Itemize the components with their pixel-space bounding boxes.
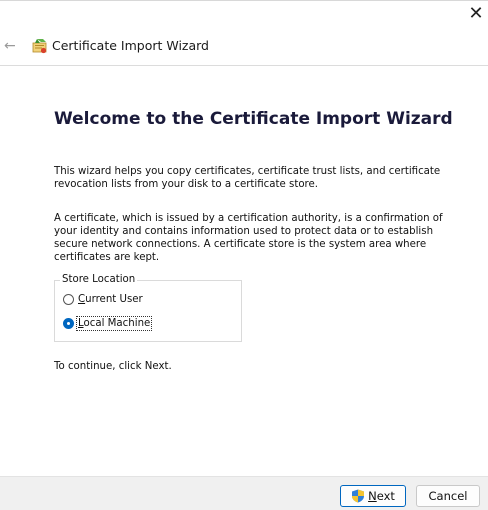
radio-circle-icon[interactable] [63, 294, 74, 305]
close-button[interactable]: ✕ [466, 4, 486, 24]
radio-selected-icon[interactable] [63, 318, 74, 329]
continue-instruction: To continue, click Next. [54, 361, 172, 372]
window-title: Certificate Import Wizard [52, 38, 209, 53]
back-arrow-icon[interactable]: ← [4, 38, 20, 54]
next-button-label: Next [368, 489, 395, 503]
uac-shield-icon [352, 489, 365, 503]
next-button[interactable]: Next [340, 485, 406, 507]
radio-label-local-machine[interactable]: Local Machine [75, 316, 153, 331]
cancel-button[interactable]: Cancel [416, 485, 480, 507]
store-location-legend: Store Location [60, 273, 138, 287]
certificate-wizard-icon [32, 39, 47, 54]
intro-paragraph: This wizard helps you copy certificates,… [54, 166, 441, 190]
wizard-content: Welcome to the Certificate Import Wizard… [0, 67, 488, 476]
radio-label-current-user[interactable]: Current User [78, 294, 143, 305]
radio-current-user[interactable]: Current User [63, 294, 143, 305]
certificate-description-paragraph: A certificate, which is issued by a cert… [54, 213, 443, 263]
page-heading: Welcome to the Certificate Import Wizard [54, 109, 453, 129]
store-location-group: Store Location Current User Local Machin… [54, 273, 242, 342]
radio-local-machine[interactable]: Local Machine [63, 316, 153, 331]
title-bar: ✕ ← Certificate Import Wizard [0, 0, 488, 66]
wizard-footer: Next Cancel [0, 476, 488, 510]
